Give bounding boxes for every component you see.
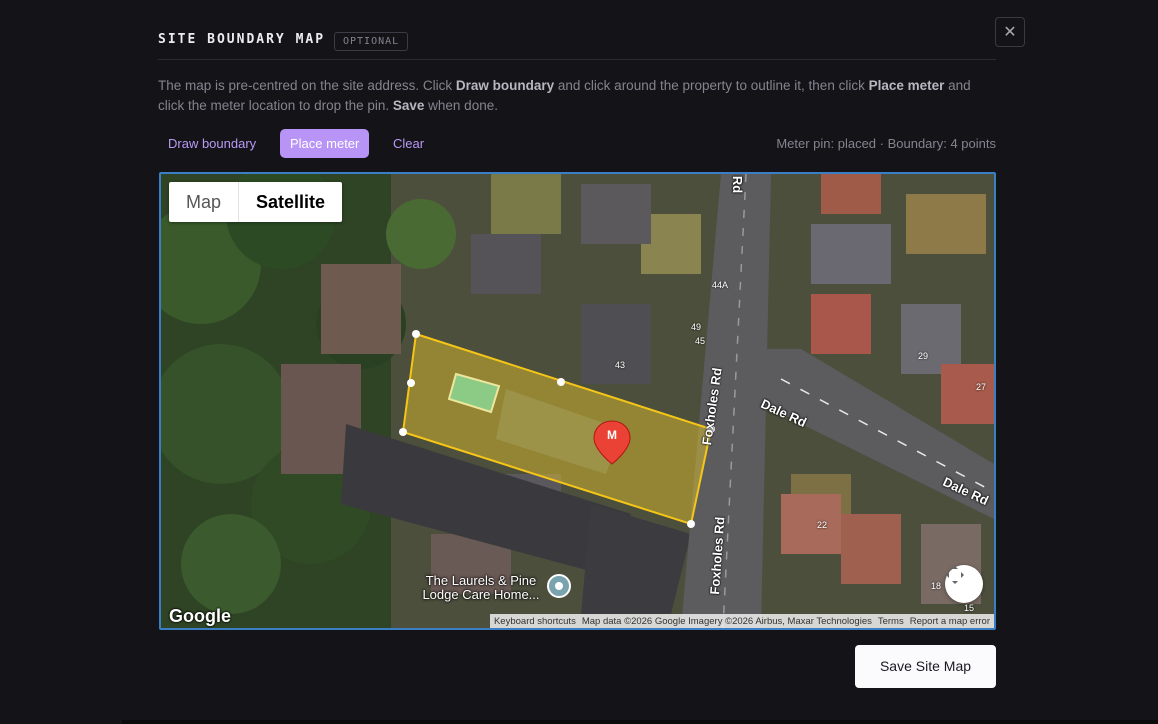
report-error-link[interactable]: Report a map error [910, 616, 990, 627]
keyboard-shortcuts-link[interactable]: Keyboard shortcuts [494, 616, 576, 627]
house-number: 45 [695, 336, 706, 346]
close-icon: ✕ [1003, 24, 1017, 41]
modal-title: SITE BOUNDARY MAP [158, 32, 326, 47]
bottom-edge [122, 720, 1158, 724]
road-label-rd: Rd [730, 175, 746, 194]
place-meter-button[interactable]: Place meter [280, 129, 370, 158]
expand-icon [946, 566, 964, 584]
satellite-imagery [161, 174, 994, 628]
desc-bold-place: Place meter [868, 78, 945, 93]
house-number: 49 [691, 322, 702, 332]
desc-part2: and click around the property to outline… [554, 78, 869, 93]
map-canvas[interactable]: Rd Foxholes Rd Foxholes Rd Dale Rd Dale … [159, 172, 996, 630]
house-number: 18 [931, 581, 942, 591]
header-divider [158, 59, 996, 60]
close-button[interactable]: ✕ [995, 17, 1025, 47]
desc-bold-draw: Draw boundary [455, 78, 555, 93]
site-boundary-modal: SITE BOUNDARY MAP OPTIONAL ✕ The map is … [0, 0, 1158, 724]
map-attribution: Keyboard shortcuts Map data ©2026 Google… [489, 614, 994, 628]
house-number: 29 [918, 351, 929, 361]
optional-badge: OPTIONAL [334, 32, 409, 51]
instructions-text: The map is pre-centred on the site addre… [158, 76, 998, 116]
fullscreen-button[interactable] [945, 565, 983, 603]
meter-marker-label[interactable]: M [605, 428, 619, 442]
desc-bold-save: Save [392, 98, 425, 113]
clear-button[interactable]: Clear [383, 129, 434, 158]
house-number: 15 [964, 603, 975, 613]
map-data-text: Map data ©2026 Google Imagery ©2026 Airb… [581, 615, 872, 627]
save-site-map-button[interactable]: Save Site Map [855, 645, 996, 688]
house-number: 27 [976, 382, 987, 392]
desc-part4: when done. [424, 98, 498, 113]
house-number: 22 [817, 520, 828, 530]
poi-label[interactable]: The Laurels & Pine Lodge Care Home... [419, 574, 543, 602]
draw-boundary-button[interactable]: Draw boundary [158, 129, 266, 158]
house-number: 44A [712, 280, 729, 290]
map-type-satellite-button[interactable]: Satellite [239, 182, 342, 222]
terms-link[interactable]: Terms [878, 616, 904, 627]
google-logo: Google [169, 606, 231, 626]
desc-part1: The map is pre-centred on the site addre… [158, 78, 456, 93]
map-type-map-button[interactable]: Map [169, 182, 240, 222]
status-text: Meter pin: placed · Boundary: 4 points [776, 136, 996, 151]
house-number: 43 [615, 360, 626, 370]
map-type-control: Map Satellite [169, 182, 343, 222]
